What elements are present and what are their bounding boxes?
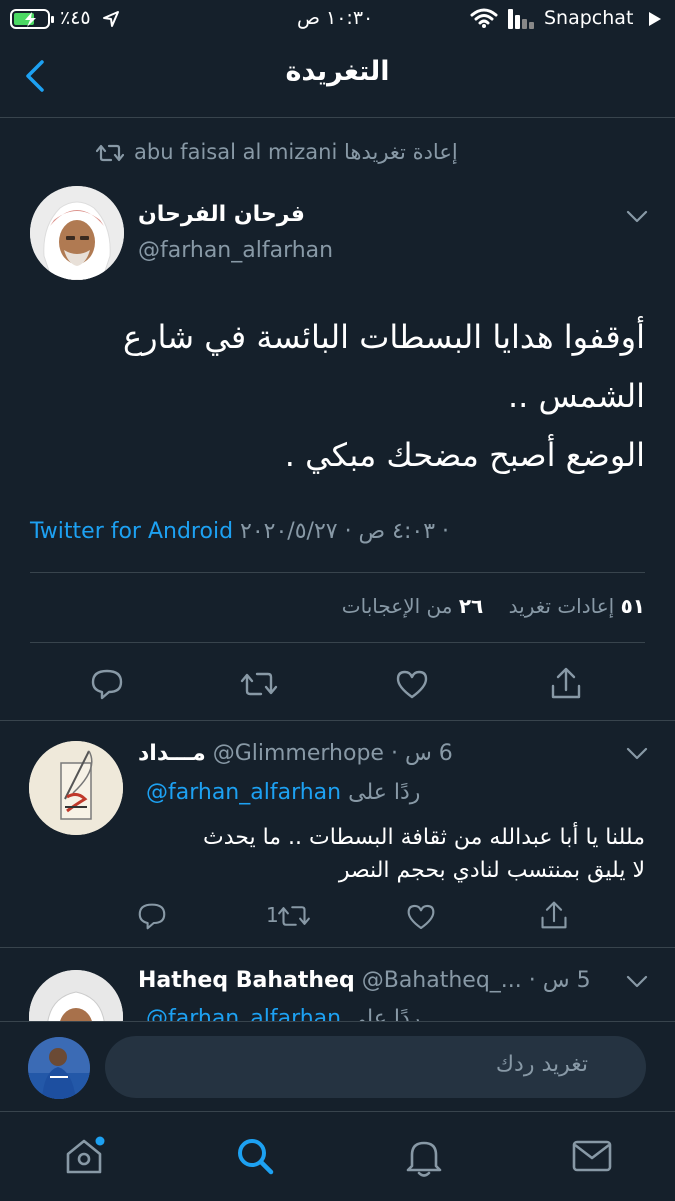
retweets-count[interactable]: ٥١: [621, 594, 645, 618]
reply-header: Hatheq Bahatheq @Bahatheq_... 5 س ·: [138, 968, 591, 993]
home-icon[interactable]: [64, 1136, 106, 1176]
play-icon: [648, 11, 662, 27]
retweet-action-icon[interactable]: [277, 902, 311, 930]
reply-to-label: ردًا على: [348, 1006, 421, 1021]
tweet-source[interactable]: Twitter for Android: [30, 519, 233, 544]
stats-divider: [30, 642, 645, 643]
tweet-text-line: الشمس ..: [508, 377, 645, 415]
reply-avatar[interactable]: [29, 741, 123, 835]
reply-to-label: ردًا على: [348, 780, 421, 805]
user-avatar[interactable]: [28, 1037, 90, 1099]
likes-count[interactable]: ٢٦: [459, 594, 483, 618]
reply-author-handle[interactable]: @Glimmerhope: [213, 741, 384, 766]
reply-compose-input[interactable]: تغريد ردك: [105, 1036, 646, 1098]
retweet-context[interactable]: abu faisal al mizani إعادة تغريدها: [134, 140, 458, 164]
wifi-icon: [470, 7, 498, 29]
reply-to-handle[interactable]: @farhan_alfarhan: [146, 780, 341, 805]
share-icon[interactable]: [549, 666, 583, 700]
status-time: ١٠:٣٠ ص: [297, 7, 374, 29]
compose-bar: تغريد ردك: [0, 1021, 675, 1112]
author-handle[interactable]: @farhan_alfarhan: [138, 238, 333, 263]
search-icon[interactable]: [235, 1136, 275, 1176]
retweet-icon: [96, 141, 124, 165]
mail-icon[interactable]: [571, 1139, 613, 1173]
reply-header: مـــداد @Glimmerhope 6 س ·: [138, 741, 453, 766]
author-name[interactable]: فرحان الفرحان: [138, 202, 305, 227]
reply-text-line: مللنا يا أبا عبدالله من ثقافة البسطات ..…: [203, 825, 645, 850]
reply-to-line: @farhan_alfarhan ردًا على: [146, 780, 420, 805]
tweet-meta: Twitter for Android ٤:٠٣ ص · ٢٠٢٠/٥/٢٧ ·: [30, 519, 449, 544]
tweet-divider: [0, 720, 675, 721]
signal-icon: [508, 9, 536, 29]
battery-percent: ٪٤٥: [60, 7, 91, 29]
bell-icon[interactable]: [404, 1136, 444, 1178]
carrier-name: Snapchat: [544, 7, 634, 29]
retweet-action-icon[interactable]: [240, 668, 278, 700]
battery-icon: [10, 8, 56, 30]
meta-divider: [30, 572, 645, 573]
tweet-text-line: الوضع أصبح مضحك مبكي .: [284, 436, 645, 474]
tweet-timestamp: ٤:٠٣ ص · ٢٠٢٠/٥/٢٧ ·: [240, 519, 450, 544]
reply-author-name[interactable]: Hatheq Bahatheq: [138, 968, 355, 993]
author-avatar[interactable]: [30, 186, 124, 280]
reply-author-handle[interactable]: @Bahatheq_...: [362, 968, 522, 993]
status-bar: ٪٤٥ ١٠:٣٠ ص Snapchat: [0, 0, 675, 40]
tweet-text: أوقفوا هدايا البسطات البائسة في شارع الش…: [30, 308, 645, 485]
reply-to-line: @farhan_alfarhan ردًا على: [146, 1006, 420, 1021]
reply-text-line: لا يليق بمنتسب لنادي بحجم النصر: [338, 858, 645, 883]
reply-icon[interactable]: [137, 902, 167, 930]
page-title: التغريدة: [285, 56, 390, 87]
tweet-stats: ٥١ إعادات تغريد ٢٦ من الإعجابات: [342, 594, 645, 618]
reply-to-handle[interactable]: @farhan_alfarhan: [146, 1006, 341, 1021]
location-arrow-icon: [102, 10, 120, 28]
heart-icon[interactable]: [406, 903, 436, 930]
header-divider: [0, 117, 675, 118]
reply-avatar[interactable]: [29, 970, 123, 1021]
reply-2-clip: Hatheq Bahatheq @Bahatheq_... 5 س · @far…: [0, 948, 675, 1021]
reply-author-name[interactable]: مـــداد: [138, 741, 206, 766]
reply-time: 6 س ·: [390, 741, 453, 766]
tab-bar: [0, 1111, 675, 1201]
reply-icon[interactable]: [90, 668, 124, 700]
chevron-down-icon[interactable]: [625, 209, 649, 225]
compose-placeholder: تغريد ردك: [495, 1052, 588, 1077]
likes-label[interactable]: من الإعجابات: [342, 594, 453, 618]
reply-time: 5 س ·: [528, 968, 591, 993]
chevron-down-icon[interactable]: [625, 974, 649, 990]
chevron-down-icon[interactable]: [625, 746, 649, 762]
share-icon[interactable]: [539, 900, 569, 930]
heart-icon[interactable]: [395, 669, 429, 699]
reply-text: مللنا يا أبا عبدالله من ثقافة البسطات ..…: [125, 821, 645, 887]
retweets-label[interactable]: إعادات تغريد: [509, 594, 615, 618]
tweet-text-line: أوقفوا هدايا البسطات البائسة في شارع: [122, 318, 645, 356]
